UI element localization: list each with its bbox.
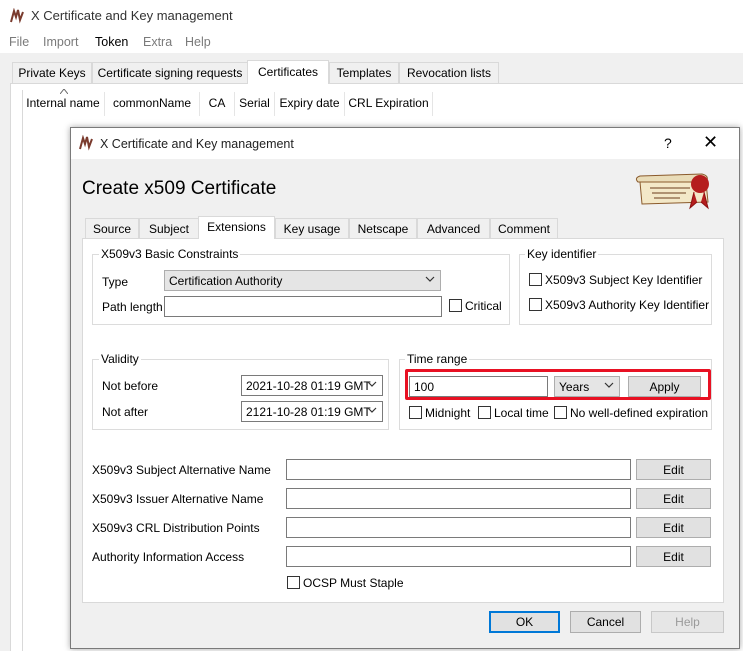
issuer-alt-name-label: X509v3 Issuer Alternative Name xyxy=(92,492,264,506)
column-header-expiry-date[interactable]: Expiry date xyxy=(275,92,345,116)
ocsp-must-staple-checkbox[interactable] xyxy=(287,576,300,589)
menu-token[interactable]: Token xyxy=(95,35,128,49)
main-window-title: X Certificate and Key management xyxy=(31,8,233,23)
menu-bar: File Import Token Extra Help xyxy=(0,31,743,53)
subject-alt-name-label: X509v3 Subject Alternative Name xyxy=(92,463,271,477)
validity-legend: Validity xyxy=(99,352,141,366)
main-titlebar: X Certificate and Key management xyxy=(0,0,743,31)
ok-button[interactable]: OK xyxy=(489,611,560,633)
menu-extra[interactable]: Extra xyxy=(143,35,172,49)
local-time-label: Local time xyxy=(494,406,549,420)
tab-certificates[interactable]: Certificates xyxy=(247,60,329,84)
key-identifier-legend: Key identifier xyxy=(525,247,599,261)
tab-revocation-lists[interactable]: Revocation lists xyxy=(399,62,499,83)
certificate-scroll-icon xyxy=(635,173,709,210)
authority-key-identifier-checkbox[interactable] xyxy=(529,298,542,311)
column-header-common-name[interactable]: commonName xyxy=(105,92,200,116)
not-after-value: 2121-10-28 01:19 GMT xyxy=(246,405,371,419)
authority-key-identifier-label: X509v3 Authority Key Identifier xyxy=(545,298,710,312)
not-before-datetime[interactable]: 2021-10-28 01:19 GMT xyxy=(241,375,383,396)
basic-constraints-legend: X509v3 Basic Constraints xyxy=(99,247,241,261)
path-length-label: Path length xyxy=(102,300,163,314)
crl-distribution-points-label: X509v3 CRL Distribution Points xyxy=(92,521,260,535)
column-header-internal-name[interactable]: Internal name xyxy=(22,92,105,116)
subject-key-identifier-label: X509v3 Subject Key Identifier xyxy=(545,273,703,287)
no-expiration-label: No well-defined expiration xyxy=(570,406,709,420)
midnight-checkbox[interactable] xyxy=(409,406,422,419)
path-length-input[interactable] xyxy=(164,296,442,317)
tab-netscape[interactable]: Netscape xyxy=(349,218,417,238)
help-icon[interactable]: ? xyxy=(664,135,672,151)
type-label: Type xyxy=(102,275,129,289)
cancel-button[interactable]: Cancel xyxy=(570,611,641,633)
tab-extensions[interactable]: Extensions xyxy=(198,216,275,239)
issuer-alt-name-input[interactable] xyxy=(286,488,631,509)
critical-label: Critical xyxy=(465,299,502,313)
type-select[interactable]: Certification Authority xyxy=(164,270,441,291)
chevron-down-icon xyxy=(367,381,377,387)
not-after-label: Not after xyxy=(102,405,149,419)
tab-subject[interactable]: Subject xyxy=(139,218,199,238)
authority-info-access-label: Authority Information Access xyxy=(92,550,245,564)
authority-info-access-input[interactable] xyxy=(286,546,631,567)
dialog-heading: Create x509 Certificate xyxy=(82,178,277,199)
app-logo-icon xyxy=(79,135,93,151)
key-identifier-group xyxy=(519,254,712,325)
tab-key-usage[interactable]: Key usage xyxy=(275,218,349,238)
tab-source[interactable]: Source xyxy=(85,218,139,238)
crl-distribution-points-input[interactable] xyxy=(286,517,631,538)
menu-import[interactable]: Import xyxy=(43,35,78,49)
crl-distribution-points-edit-button[interactable]: Edit xyxy=(636,517,711,538)
chevron-down-icon xyxy=(367,407,377,413)
dialog-title: X Certificate and Key management xyxy=(100,137,294,151)
midnight-label: Midnight xyxy=(425,406,471,420)
tab-comment[interactable]: Comment xyxy=(490,218,558,238)
time-range-highlight xyxy=(405,369,711,400)
not-before-value: 2021-10-28 01:19 GMT xyxy=(246,379,371,393)
chevron-down-icon xyxy=(425,276,435,282)
no-expiration-checkbox[interactable] xyxy=(554,406,567,419)
tab-private-keys[interactable]: Private Keys xyxy=(12,62,92,83)
critical-checkbox[interactable] xyxy=(449,299,462,312)
tab-templates[interactable]: Templates xyxy=(329,62,399,83)
tab-certificate-signing-requests[interactable]: Certificate signing requests xyxy=(92,62,248,83)
app-logo-icon xyxy=(10,8,24,24)
menu-help[interactable]: Help xyxy=(185,35,211,49)
menu-file[interactable]: File xyxy=(9,35,29,49)
subject-alt-name-input[interactable] xyxy=(286,459,631,480)
issuer-alt-name-edit-button[interactable]: Edit xyxy=(636,488,711,509)
not-before-label: Not before xyxy=(102,379,159,393)
help-button[interactable]: Help xyxy=(651,611,724,633)
type-select-value: Certification Authority xyxy=(169,274,283,288)
column-header-crl-expiration[interactable]: CRL Expiration xyxy=(345,92,433,116)
not-after-datetime[interactable]: 2121-10-28 01:19 GMT xyxy=(241,401,383,422)
local-time-checkbox[interactable] xyxy=(478,406,491,419)
column-header-serial[interactable]: Serial xyxy=(235,92,275,116)
column-header-ca[interactable]: CA xyxy=(200,92,235,116)
ocsp-must-staple-label: OCSP Must Staple xyxy=(303,576,404,590)
subject-key-identifier-checkbox[interactable] xyxy=(529,273,542,286)
close-icon[interactable]: ✕ xyxy=(703,132,718,152)
authority-info-access-edit-button[interactable]: Edit xyxy=(636,546,711,567)
tab-advanced[interactable]: Advanced xyxy=(417,218,490,238)
time-range-legend: Time range xyxy=(405,352,470,366)
subject-alt-name-edit-button[interactable]: Edit xyxy=(636,459,711,480)
